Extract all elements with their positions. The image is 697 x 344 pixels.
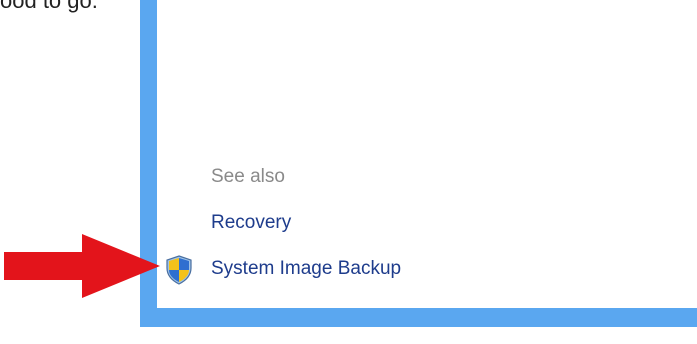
recovery-link[interactable]: Recovery <box>211 212 291 234</box>
system-image-backup-link[interactable]: System Image Backup <box>211 258 401 280</box>
screenshot-canvas: ood to go. See also Recovery System Imag… <box>0 0 697 344</box>
caption-text: ood to go. <box>0 0 98 13</box>
see-also-heading: See also <box>211 166 285 187</box>
uac-shield-icon <box>166 255 192 285</box>
red-arrow-annotation <box>4 234 160 298</box>
